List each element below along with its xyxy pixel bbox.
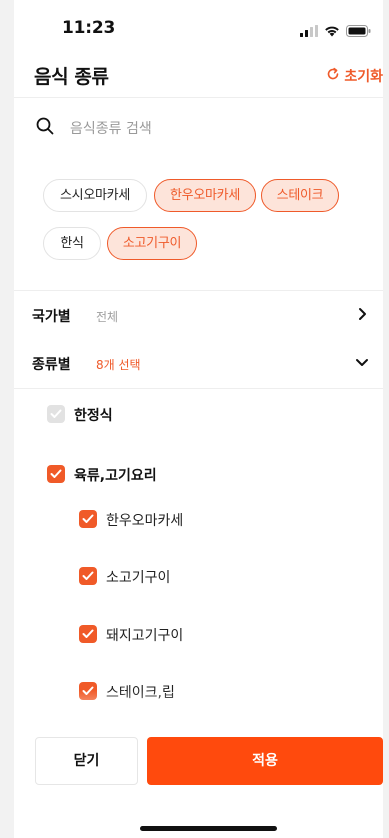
search-input[interactable] xyxy=(68,116,332,142)
screen: 11:23 음식 종류 초기화 음식종류 검색 스시오마카세 한우오마카세 스테… xyxy=(0,0,389,838)
check-icon xyxy=(50,409,62,418)
chip-label: 한우오마카세 xyxy=(170,188,240,203)
reset-label: 초기화 xyxy=(344,69,383,85)
divider xyxy=(14,290,383,291)
check-icon xyxy=(82,629,94,638)
checkbox-disabled[interactable] xyxy=(47,405,65,423)
checkbox-checked[interactable] xyxy=(79,625,97,643)
reset-button[interactable]: 초기화 xyxy=(326,66,383,86)
check-icon xyxy=(50,469,62,478)
apply-button[interactable]: 적용 xyxy=(147,737,383,785)
subcategory-label: 한우오마카세 xyxy=(106,513,184,529)
scroll-fade xyxy=(14,690,383,730)
filter-country-label: 국가별 xyxy=(32,309,71,325)
close-button[interactable]: 닫기 xyxy=(35,737,138,785)
divider xyxy=(14,388,383,389)
check-icon xyxy=(82,571,94,580)
filter-country-value: 전체 xyxy=(96,310,119,324)
page-title: 음식 종류 xyxy=(34,66,109,88)
chip-label: 한식 xyxy=(60,236,84,251)
subcategory-label: 돼지고기구이 xyxy=(106,628,184,644)
status-icons xyxy=(300,22,371,41)
wifi-icon xyxy=(324,22,340,41)
chevron-right-icon xyxy=(355,306,369,325)
apply-label: 적용 xyxy=(252,753,278,769)
category-label: 육류,고기요리 xyxy=(74,468,157,484)
sheet-header: 음식 종류 초기화 xyxy=(14,56,383,96)
category-label: 한정식 xyxy=(74,408,113,424)
signal-icon xyxy=(300,22,318,41)
home-indicator[interactable] xyxy=(140,826,277,831)
status-time: 11:23 xyxy=(62,18,116,38)
chip-sushi-omakase[interactable]: 스시오마카세 xyxy=(43,179,147,212)
search-icon xyxy=(36,117,54,139)
chip-label: 소고기구이 xyxy=(122,236,182,251)
filter-row-type[interactable]: 종류별 8개 선택 xyxy=(14,340,383,388)
close-label: 닫기 xyxy=(73,753,100,769)
chip-steak[interactable]: 스테이크 xyxy=(261,179,339,212)
checkbox-checked[interactable] xyxy=(79,510,97,528)
battery-icon xyxy=(346,22,371,41)
subcategory-label: 소고기구이 xyxy=(106,570,171,586)
chip-label: 스시오마카세 xyxy=(60,188,130,203)
chip-hanwoo-omakase[interactable]: 한우오마카세 xyxy=(154,179,256,212)
chip-hansik[interactable]: 한식 xyxy=(43,227,101,260)
search-bar xyxy=(14,97,383,156)
frame-right xyxy=(383,0,389,838)
chip-beef-bbq[interactable]: 소고기구이 xyxy=(107,227,197,260)
status-bar: 11:23 xyxy=(14,0,383,56)
chevron-down-icon xyxy=(355,354,369,373)
filter-type-label: 종류별 xyxy=(32,357,71,373)
chip-label: 스테이크 xyxy=(276,188,324,203)
filter-row-country[interactable]: 국가별 전체 xyxy=(14,292,383,340)
filter-type-value: 8개 선택 xyxy=(96,358,141,372)
checkbox-checked[interactable] xyxy=(47,465,65,483)
check-icon xyxy=(82,514,94,523)
checkbox-checked[interactable] xyxy=(79,567,97,585)
frame-left xyxy=(0,0,14,838)
refresh-icon xyxy=(326,67,340,85)
